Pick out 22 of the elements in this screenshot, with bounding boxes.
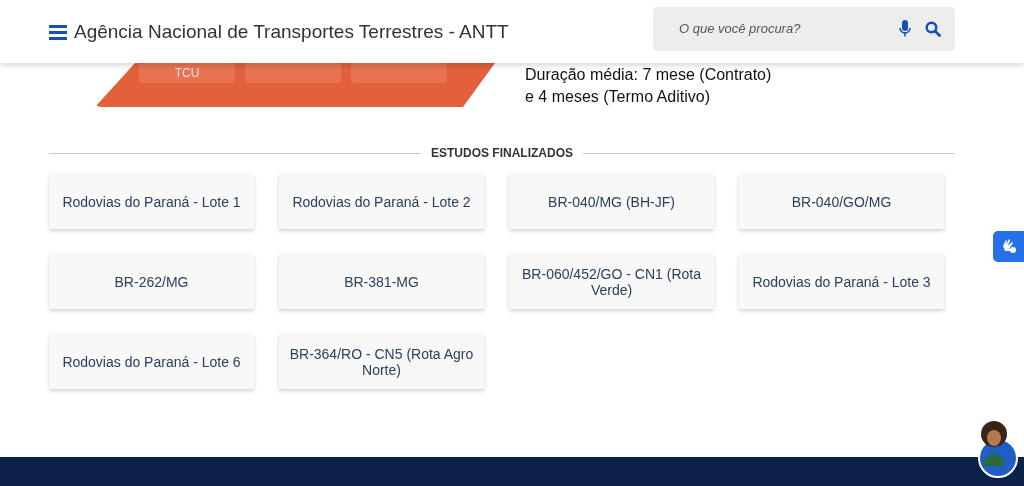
section-title: ESTUDOS FINALIZADOS <box>431 146 573 160</box>
study-card[interactable]: BR-364/RO - CN5 (Rota Agro Norte) <box>279 334 484 389</box>
banner-tile[interactable] <box>245 63 341 83</box>
study-card[interactable]: BR-040/GO/MG <box>739 174 944 229</box>
microphone-icon[interactable] <box>899 20 911 37</box>
study-card[interactable]: BR-060/452/GO - CN1 (Rota Verde) <box>509 254 714 309</box>
banner-tile[interactable] <box>351 63 447 83</box>
study-card[interactable]: Rodovias do Paraná - Lote 2 <box>279 174 484 229</box>
search-field[interactable]: O que você procura? <box>653 6 955 51</box>
study-card[interactable]: Rodovias do Paraná - Lote 1 <box>49 174 254 229</box>
study-card[interactable]: BR-040/MG (BH-JF) <box>509 174 714 229</box>
banner-text: Duração média: 7 mese (Contrato) <box>525 65 772 85</box>
study-card[interactable]: Rodovias do Paraná - Lote 6 <box>49 334 254 389</box>
menu-icon[interactable] <box>49 23 67 40</box>
site-title[interactable]: Agência Nacional de Transportes Terrestres - ANTT <box>74 20 653 43</box>
search-input[interactable]: O que você procura? <box>677 20 885 37</box>
sign-language-button[interactable] <box>993 231 1024 262</box>
study-card[interactable]: Rodovias do Paraná - Lote 3 <box>739 254 944 309</box>
study-card[interactable]: BR-262/MG <box>49 254 254 309</box>
search-icon[interactable] <box>925 20 941 37</box>
study-card[interactable]: BR-381-MG <box>279 254 484 309</box>
banner-text: e 4 meses (Termo Aditivo) <box>525 87 711 107</box>
